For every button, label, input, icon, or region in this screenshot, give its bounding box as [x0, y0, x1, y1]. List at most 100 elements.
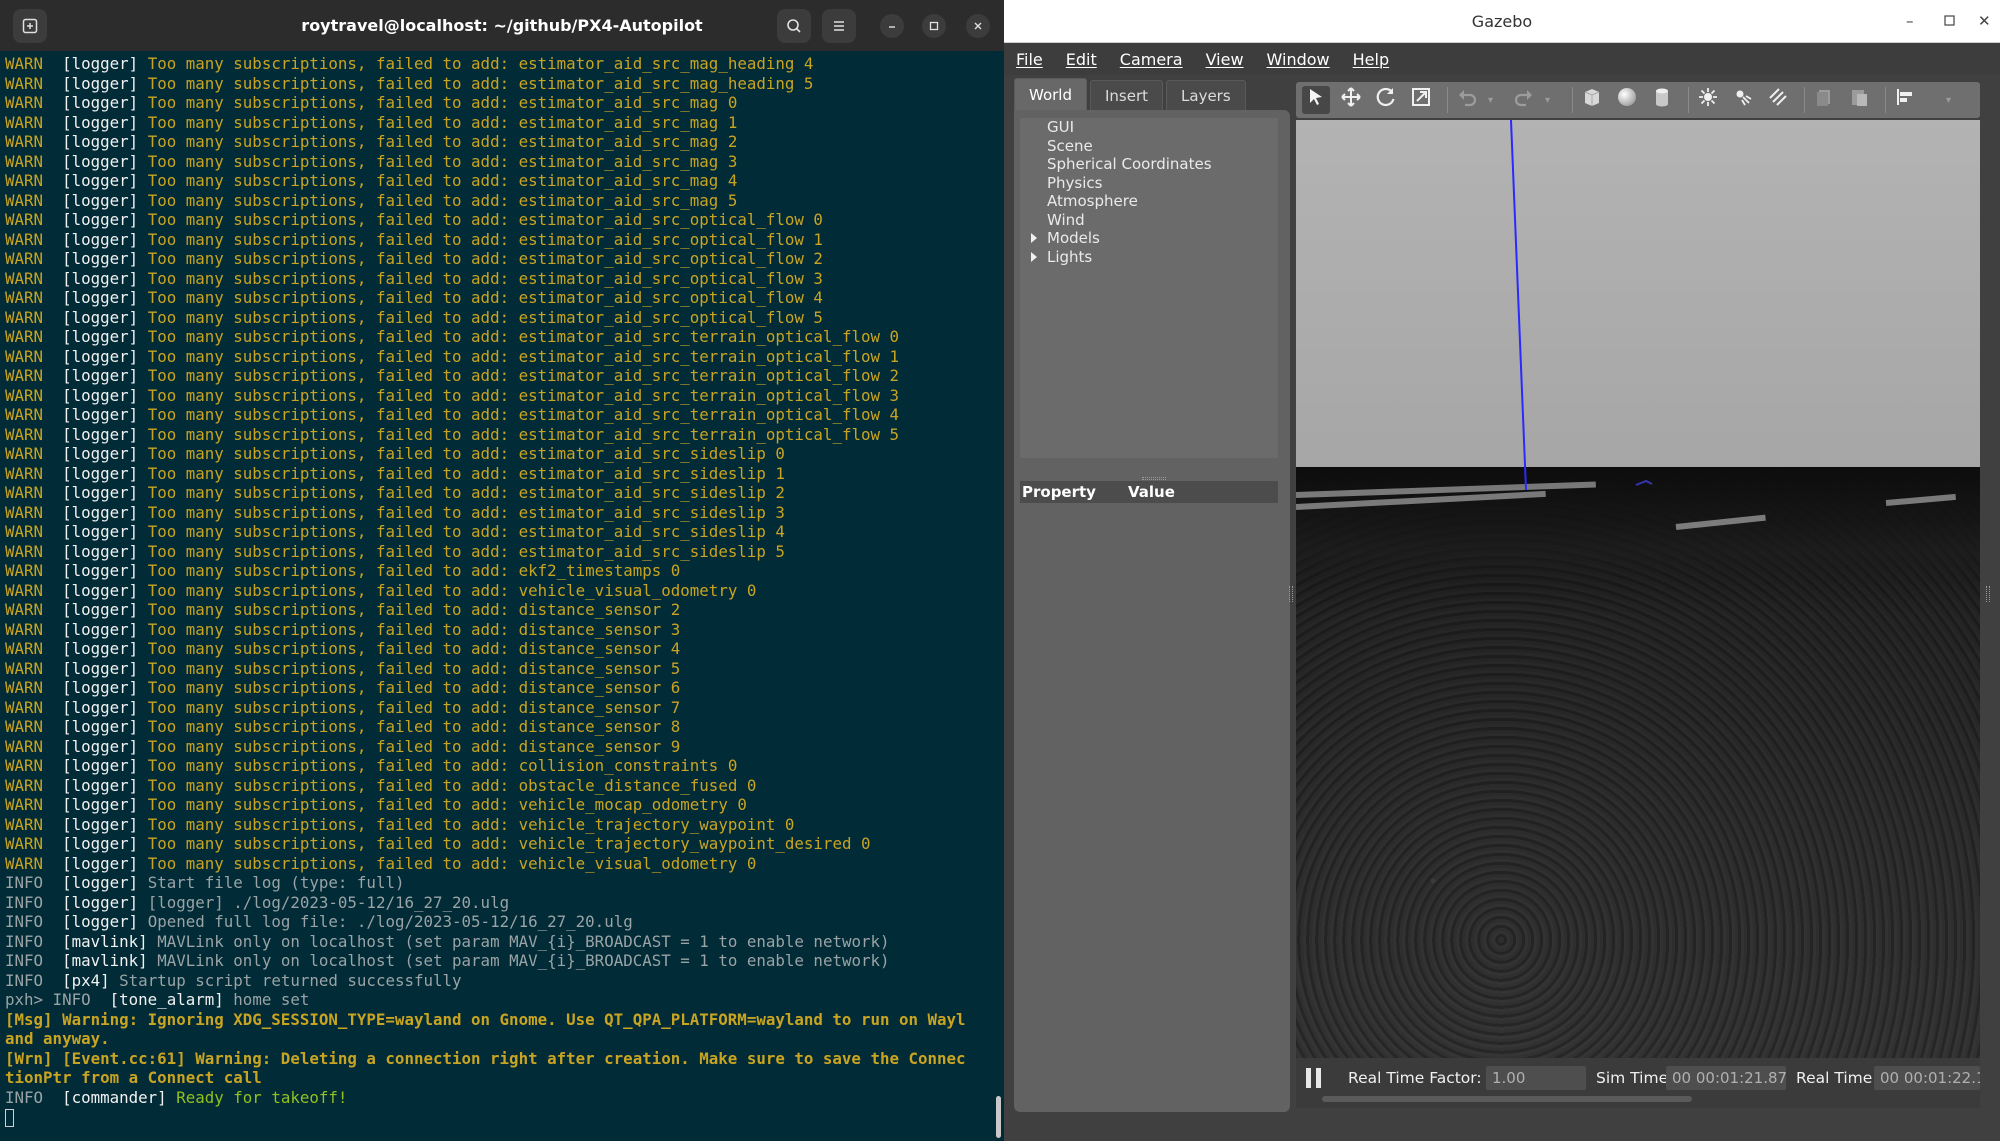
point-light-icon[interactable] — [1694, 86, 1722, 114]
search-icon[interactable] — [777, 9, 811, 43]
spot-light-icon[interactable] — [1729, 86, 1757, 114]
log-line: WARN [logger] Too many subscriptions, fa… — [5, 308, 990, 328]
shell-prompt: pxh> — [5, 990, 53, 1009]
align-dropdown-icon[interactable]: ▾ — [1946, 95, 1954, 106]
tree-item-models[interactable]: Models — [1020, 229, 1278, 248]
terminal-scrollbar[interactable] — [996, 1096, 1001, 1138]
tree-item-label: Physics — [1047, 173, 1103, 192]
undo-icon[interactable] — [1453, 86, 1481, 114]
tab-layers[interactable]: Layers — [1166, 80, 1246, 110]
log-message: Too many subscriptions, failed to add: e… — [147, 210, 823, 229]
log-level: INFO — [5, 931, 44, 951]
hamburger-menu-icon[interactable] — [822, 9, 856, 43]
paste-icon[interactable] — [1845, 86, 1873, 114]
log-tag: [logger] — [62, 249, 139, 268]
log-tag: [logger] — [62, 736, 139, 756]
menu-view[interactable]: View — [1206, 50, 1244, 69]
undo-history-dropdown-icon[interactable]: ▾ — [1488, 95, 1496, 106]
menu-window[interactable]: Window — [1267, 50, 1330, 69]
log-level: WARN — [5, 327, 44, 346]
log-line: WARN [logger] Too many subscriptions, fa… — [5, 171, 990, 191]
tree-item-atmosphere[interactable]: Atmosphere — [1020, 192, 1278, 211]
expand-arrow-icon[interactable] — [1031, 251, 1037, 262]
translate-mode-icon[interactable] — [1337, 86, 1365, 114]
tree-item-spherical-coordinates[interactable]: Spherical Coordinates — [1020, 155, 1278, 174]
log-message: Start file log (type: full) — [147, 873, 405, 892]
copy-icon[interactable] — [1810, 86, 1838, 114]
panel-tabs: World Insert Layers — [1014, 78, 1290, 110]
tree-item-physics[interactable]: Physics — [1020, 174, 1278, 193]
log-line: WARN [logger] Too many subscriptions, fa… — [5, 210, 990, 230]
log-level: INFO — [5, 970, 44, 990]
log-level: WARN — [5, 151, 44, 171]
3d-viewport[interactable] — [1296, 120, 1980, 1058]
log-tag: [logger] — [62, 522, 139, 541]
log-tag: [logger] — [62, 541, 139, 561]
log-line: WARN [logger] Too many subscriptions, fa… — [5, 737, 990, 757]
tree-item-label: Models — [1047, 229, 1100, 247]
select-mode-icon[interactable] — [1302, 86, 1330, 114]
scale-mode-icon[interactable] — [1407, 86, 1435, 114]
minimize-icon[interactable]: – — [1906, 10, 1914, 32]
log-level: WARN — [5, 756, 44, 775]
box-shape-icon[interactable] — [1578, 86, 1606, 114]
sphere-shape-icon[interactable] — [1613, 86, 1641, 114]
log-level: INFO — [5, 873, 44, 892]
log-line: WARN [logger] Too many subscriptions, fa… — [5, 132, 990, 152]
tree-item-label: Lights — [1047, 247, 1093, 266]
right-panel-resize-handle[interactable] — [1986, 586, 1990, 602]
tab-world[interactable]: World — [1014, 78, 1087, 110]
tree-item-wind[interactable]: Wind — [1020, 211, 1278, 230]
tree-item-scene[interactable]: Scene — [1020, 137, 1278, 156]
log-tag: [logger] — [62, 795, 139, 814]
close-icon[interactable] — [966, 14, 990, 38]
menu-camera[interactable]: Camera — [1120, 50, 1183, 69]
log-line: INFO [mavlink] MAVLink only on localhost… — [5, 932, 990, 952]
log-tag: [logger] — [62, 112, 139, 132]
log-tag: [commander] — [62, 1087, 167, 1107]
log-tag: [logger] — [62, 600, 139, 619]
redo-icon[interactable] — [1510, 86, 1538, 114]
rotate-mode-icon[interactable] — [1372, 86, 1400, 114]
log-line: INFO [commander] Ready for takeoff! — [5, 1088, 990, 1108]
tree-item-label: Scene — [1047, 136, 1093, 155]
menu-help[interactable]: Help — [1353, 50, 1389, 69]
terminal-output[interactable]: WARN [logger] Too many subscriptions, fa… — [5, 54, 990, 1141]
text-cursor[interactable] — [5, 1108, 14, 1127]
log-line: WARN [logger] Too many subscriptions, fa… — [5, 386, 990, 406]
log-line: WARN [logger] Too many subscriptions, fa… — [5, 756, 990, 776]
tree-item-lights[interactable]: Lights — [1020, 248, 1278, 267]
minimize-icon[interactable] — [880, 14, 904, 38]
align-icon[interactable] — [1891, 86, 1919, 114]
menu-edit[interactable]: Edit — [1066, 50, 1097, 69]
log-line: WARN [logger] Too many subscriptions, fa… — [5, 776, 990, 796]
log-message: Too many subscriptions, failed to add: e… — [147, 288, 823, 307]
log-line: WARN [logger] Too many subscriptions, fa… — [5, 815, 990, 835]
property-column-header: Property — [1022, 483, 1096, 501]
redo-history-dropdown-icon[interactable]: ▾ — [1545, 95, 1553, 106]
log-tag: [logger] — [62, 132, 139, 151]
log-message: Too many subscriptions, failed to add: e… — [147, 444, 785, 463]
directional-light-icon[interactable] — [1764, 86, 1792, 114]
sim-time-label: Sim Time: — [1596, 1069, 1674, 1087]
panel-splitter-handle[interactable] — [1142, 477, 1166, 480]
maximize-icon[interactable] — [1944, 10, 1955, 32]
log-message: Too many subscriptions, failed to add: e… — [147, 268, 823, 288]
menu-file[interactable]: File — [1016, 50, 1043, 69]
pause-icon[interactable] — [1306, 1068, 1324, 1088]
log-message: Too many subscriptions, failed to add: e… — [147, 483, 785, 502]
toolbar-separator — [1804, 87, 1805, 113]
expand-arrow-icon[interactable] — [1031, 233, 1037, 243]
log-message: Too many subscriptions, failed to add: e… — [147, 405, 900, 424]
log-level: WARN — [5, 249, 44, 268]
tree-item-gui[interactable]: GUI — [1020, 118, 1278, 137]
real-time-factor-label: Real Time Factor: — [1348, 1069, 1482, 1087]
maximize-icon[interactable] — [922, 14, 946, 38]
cylinder-shape-icon[interactable] — [1648, 86, 1676, 114]
terminal-window: roytravel@localhost: ~/github/PX4-Autopi… — [0, 0, 1004, 1141]
input-line[interactable] — [5, 1107, 990, 1127]
log-level: WARN — [5, 171, 44, 190]
close-icon[interactable]: ✕ — [1978, 10, 1991, 32]
status-scrollbar[interactable] — [1322, 1096, 1692, 1102]
tab-insert[interactable]: Insert — [1090, 80, 1164, 110]
